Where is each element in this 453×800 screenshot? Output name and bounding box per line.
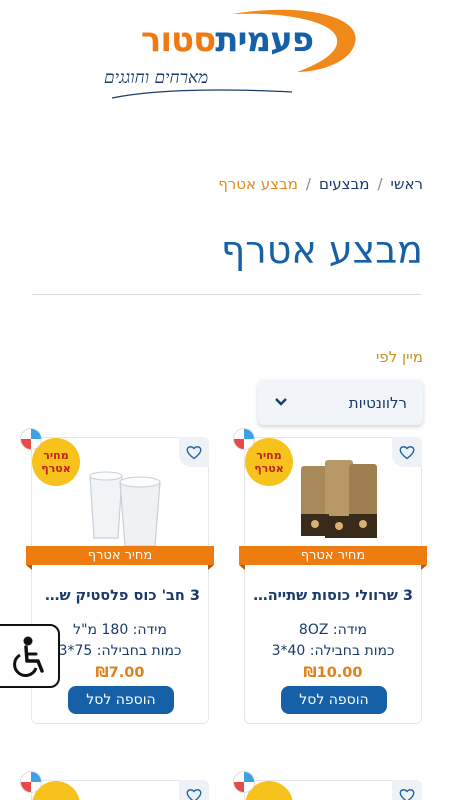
deal-badge <box>20 771 80 800</box>
product-image <box>89 471 161 547</box>
logo-name-part2: סטור <box>140 20 216 60</box>
chevron-down-icon <box>274 395 288 411</box>
heart-icon <box>399 445 415 459</box>
add-to-cart-button[interactable]: הוספה לסל <box>281 686 387 714</box>
wishlist-button[interactable] <box>179 780 209 800</box>
sort-select[interactable]: רלוונטיות <box>258 380 423 425</box>
breadcrumb-home[interactable]: ראשי <box>391 175 423 193</box>
sort-selected-value: רלוונטיות <box>348 393 407 412</box>
logo-wordmark: פעמיתסטור <box>92 20 362 60</box>
product-card[interactable]: מחיר אטרף מחיר אטרף 3 שרוולי כוסות שתייה… <box>233 428 427 724</box>
beach-ball-icon <box>20 771 42 793</box>
product-quantity: כמות בחבילה: 40*3 <box>271 643 395 659</box>
heart-icon <box>186 788 202 800</box>
accessibility-button[interactable] <box>0 624 60 688</box>
beach-ball-icon <box>233 771 255 793</box>
heart-icon <box>186 445 202 459</box>
beach-ball-icon <box>233 428 255 450</box>
deal-badge <box>233 771 293 800</box>
logo-tagline: מארחים וחוגגים <box>104 68 209 88</box>
divider <box>32 294 421 295</box>
page: פעמיתסטור מארחים וחוגגים ראשי / מבצעים /… <box>0 0 453 800</box>
product-price: ₪10.00 <box>303 665 363 681</box>
product-image-area[interactable]: מחיר אטרף <box>233 428 422 548</box>
wishlist-button[interactable] <box>179 437 209 467</box>
product-image-area[interactable]: מחיר אטרף <box>20 428 209 548</box>
site-logo[interactable]: פעמיתסטור מארחים וחוגגים <box>92 6 362 102</box>
page-title: מבצע אטרף <box>221 228 423 272</box>
deal-badge: מחיר אטרף <box>233 428 293 488</box>
product-card[interactable] <box>233 771 422 800</box>
deal-strip: מחיר אטרף <box>239 546 427 570</box>
logo-name-part1: פעמית <box>215 20 314 60</box>
product-name[interactable]: 3 שרוולי כוסות שתייה חמה <box>253 588 413 604</box>
breadcrumb-separator: / <box>377 175 383 193</box>
add-to-cart-button[interactable]: הוספה לסל <box>68 686 174 714</box>
breadcrumb-section[interactable]: מבצעים <box>319 175 369 193</box>
product-card[interactable] <box>20 771 209 800</box>
wishlist-button[interactable] <box>392 437 422 467</box>
wishlist-button[interactable] <box>392 780 422 800</box>
sort-label: מיין לפי <box>376 348 423 366</box>
breadcrumb-current: מבצע אטרף <box>218 175 298 193</box>
product-image <box>301 460 377 538</box>
product-name[interactable]: 3 חב' כוס פלסטיק שתייה קרה <box>40 588 200 604</box>
accessibility-icon <box>13 636 44 677</box>
breadcrumb: ראשי / מבצעים / מבצע אטרף <box>218 175 423 193</box>
product-size: מידה: 8OZ <box>298 622 368 638</box>
deal-badge: מחיר אטרף <box>20 428 80 488</box>
heart-icon <box>399 788 415 800</box>
deal-strip: מחיר אטרף <box>26 546 214 570</box>
beach-ball-icon <box>20 428 42 450</box>
breadcrumb-separator: / <box>305 175 311 193</box>
